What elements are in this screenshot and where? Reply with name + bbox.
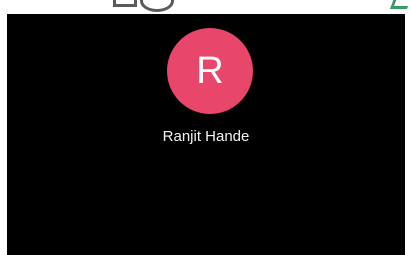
call-panel: R Ranjit Hande xyxy=(7,14,405,255)
caller-name: Ranjit Hande xyxy=(162,128,250,145)
status-icon xyxy=(389,0,411,9)
call-screen: R Ranjit Hande xyxy=(0,0,411,255)
avatar-initial: R xyxy=(196,50,224,92)
status-icon xyxy=(140,0,174,12)
status-icon xyxy=(113,0,137,7)
status-bar xyxy=(0,0,411,14)
avatar: R xyxy=(167,28,253,114)
